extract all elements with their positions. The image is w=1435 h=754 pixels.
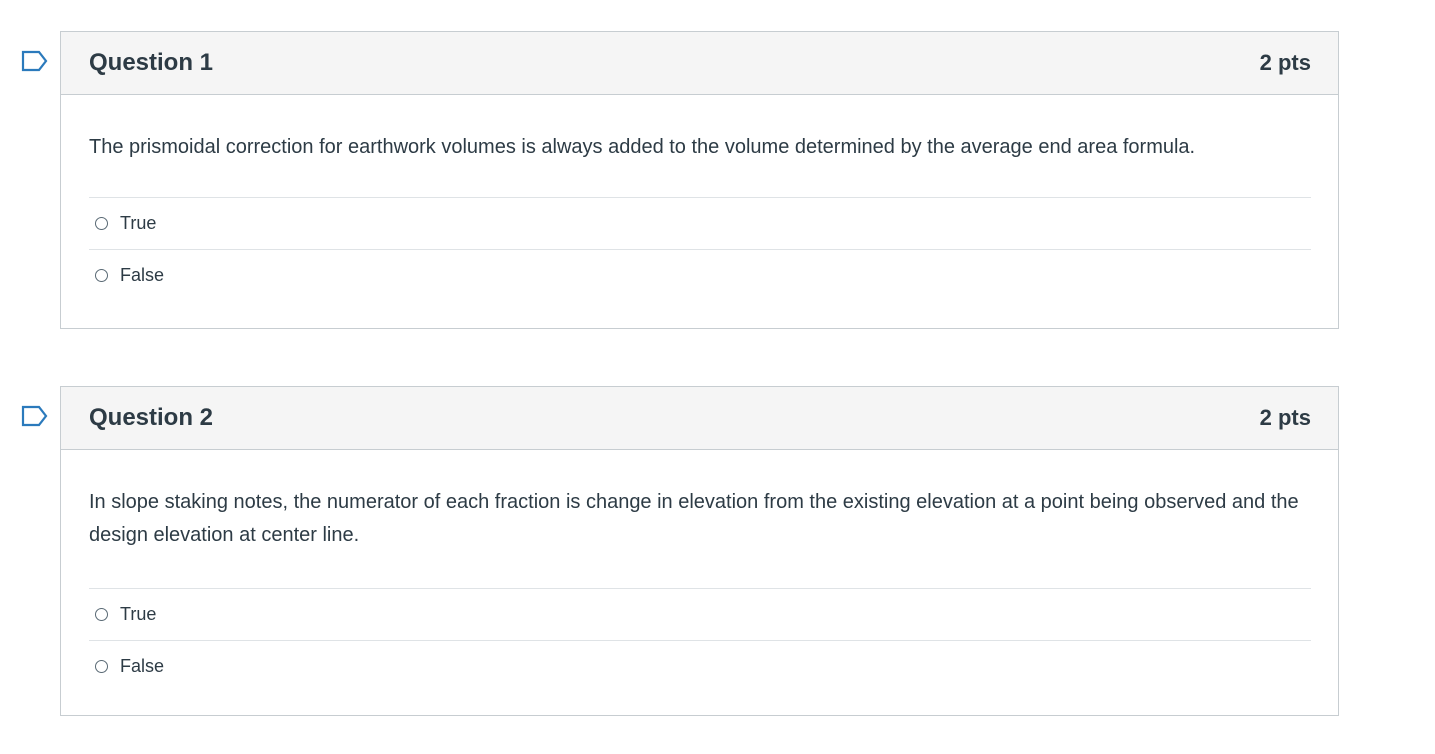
question-title: Question 1: [89, 49, 214, 76]
answer-option-true[interactable]: True: [89, 589, 1311, 641]
answer-option-false[interactable]: False: [89, 250, 1311, 301]
answer-label: True: [120, 604, 157, 624]
question-text: In slope staking notes, the numerator of…: [89, 491, 1299, 546]
radio-button[interactable]: [95, 608, 108, 621]
question-header: Question 2 2 pts: [61, 387, 1338, 450]
answer-label: True: [120, 213, 157, 233]
question-points: 2 pts: [1259, 405, 1311, 430]
answer-option-true[interactable]: True: [89, 198, 1311, 250]
question-text: The prismoidal correction for earthwork …: [89, 136, 1196, 158]
flag-question-icon[interactable]: [21, 50, 49, 72]
radio-button[interactable]: [95, 660, 108, 673]
radio-button[interactable]: [95, 217, 108, 230]
question-points: 2 pts: [1259, 50, 1311, 75]
answer-list: True False: [89, 197, 1311, 301]
answer-label: False: [120, 265, 165, 285]
radio-button[interactable]: [95, 269, 108, 282]
question-card-1: Question 1 2 pts The prismoidal correcti…: [60, 31, 1339, 329]
question-body: The prismoidal correction for earthwork …: [61, 95, 1338, 301]
answer-option-false[interactable]: False: [89, 641, 1311, 692]
answer-list: True False: [89, 588, 1311, 692]
question-card-2: Question 2 2 pts In slope staking notes,…: [60, 386, 1339, 716]
flag-question-icon[interactable]: [21, 405, 49, 427]
question-body: In slope staking notes, the numerator of…: [61, 450, 1338, 692]
question-title: Question 2: [89, 404, 214, 431]
answer-label: False: [120, 656, 165, 676]
question-header: Question 1 2 pts: [61, 32, 1338, 95]
